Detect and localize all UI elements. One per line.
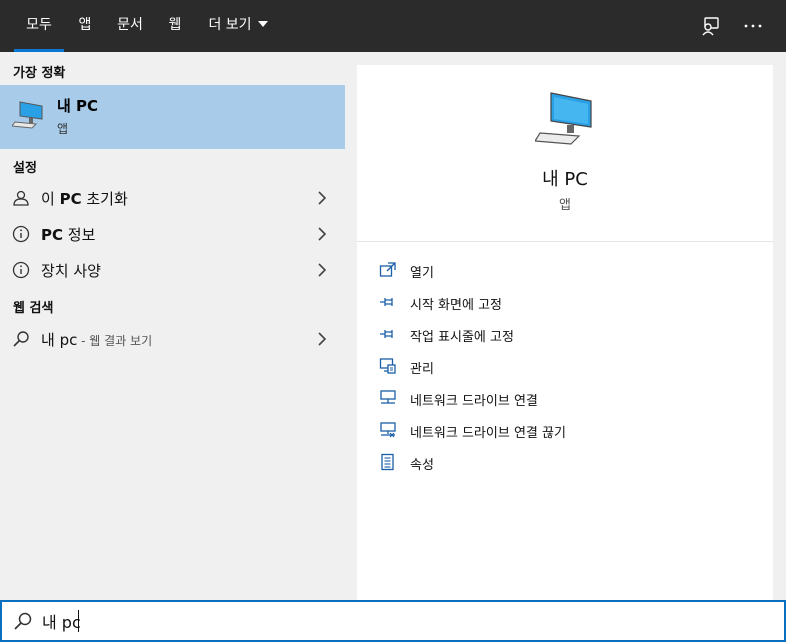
tab-all-label: 모두 [26, 17, 52, 33]
text-cursor [78, 610, 79, 632]
best-match-name: 내 PC [57, 97, 99, 115]
computer-icon [535, 92, 592, 145]
action-manage[interactable]: 관리 [379, 352, 759, 382]
setting-label-suffix: 초기화 [81, 190, 128, 208]
search-input[interactable] [42, 608, 742, 634]
action-map-network-drive-label: 네트워크 드라이브 연결 [410, 394, 538, 409]
web-search-result[interactable]: 내 pc - 웹 결과 보기 [0, 321, 345, 357]
setting-pc-info[interactable]: PC 정보 [0, 216, 345, 252]
tab-documents-label: 문서 [117, 17, 143, 33]
tab-apps-label: 앱 [78, 17, 92, 33]
settings-header: 설정 [13, 161, 37, 176]
action-open-label: 열기 [410, 266, 434, 281]
filter-bar: 모두 앱 문서 웹 더 보기 [0, 0, 786, 52]
manage-icon [379, 358, 396, 374]
tab-documents[interactable]: 문서 [110, 0, 150, 52]
open-icon [379, 262, 396, 277]
chevron-down-icon [257, 21, 268, 27]
action-properties-label: 속성 [410, 458, 434, 473]
action-pin-taskbar[interactable]: 작업 표시줄에 고정 [379, 320, 759, 350]
tab-web[interactable]: 웹 [162, 0, 188, 52]
web-search-label: 내 pc - 웹 결과 보기 [41, 329, 152, 350]
pin-icon [380, 330, 393, 338]
preview-pane: 내 PC 앱 열기 시작 화면에 고정 작업 표시줄에 고정 관리 네트워크 드… [357, 65, 773, 600]
network-drive-icon [380, 390, 396, 404]
best-match-type: 앱 [57, 122, 69, 136]
feedback-icon[interactable] [697, 12, 725, 40]
best-match-item[interactable]: 내 PC 앱 [0, 85, 345, 149]
tab-all[interactable]: 모두 [14, 0, 64, 52]
tab-more[interactable]: 더 보기 [202, 0, 274, 52]
action-pin-taskbar-label: 작업 표시줄에 고정 [410, 330, 514, 345]
chevron-right-icon[interactable] [317, 331, 327, 347]
action-disconnect-network-drive-label: 네트워크 드라이브 연결 끊기 [410, 426, 566, 441]
computer-icon [12, 101, 43, 129]
action-map-network-drive[interactable]: 네트워크 드라이브 연결 [379, 384, 759, 414]
setting-label-bold: PC [41, 226, 64, 244]
chevron-right-icon[interactable] [317, 262, 327, 278]
search-box[interactable] [0, 600, 786, 642]
setting-pc-info-label: PC 정보 [41, 224, 95, 245]
properties-icon [381, 453, 394, 471]
pin-icon [380, 298, 393, 306]
network-drive-disconnect-icon [380, 422, 396, 438]
info-icon [12, 225, 30, 243]
web-search-hint: - 웹 결과 보기 [77, 334, 153, 348]
results-list: 가장 정확 내 PC 앱 설정 이 PC 초기화 PC 정보 장치 사양 웹 검… [0, 52, 345, 600]
setting-label-suffix: 장치 사양 [41, 262, 101, 280]
action-pin-start[interactable]: 시작 화면에 고정 [379, 288, 759, 318]
search-icon [13, 331, 29, 347]
info-icon [12, 261, 30, 279]
more-options-icon[interactable] [739, 12, 767, 40]
tab-more-label: 더 보기 [208, 17, 252, 33]
setting-label-suffix: 정보 [63, 226, 96, 244]
chevron-right-icon[interactable] [317, 226, 327, 242]
setting-device-specs-label: 장치 사양 [41, 260, 101, 281]
setting-device-specs[interactable]: 장치 사양 [0, 252, 345, 288]
preview-subtitle: 앱 [559, 198, 571, 213]
reset-pc-icon [13, 190, 29, 206]
action-open[interactable]: 열기 [379, 256, 759, 286]
chevron-right-icon[interactable] [317, 190, 327, 206]
action-disconnect-network-drive[interactable]: 네트워크 드라이브 연결 끊기 [379, 416, 759, 446]
best-match-header: 가장 정확 [13, 66, 66, 81]
setting-reset-pc[interactable]: 이 PC 초기화 [0, 180, 345, 216]
search-icon [14, 612, 32, 630]
tab-web-label: 웹 [168, 17, 182, 33]
tab-apps[interactable]: 앱 [72, 0, 98, 52]
action-properties[interactable]: 속성 [379, 448, 759, 478]
web-search-query: 내 pc [41, 331, 78, 349]
setting-label-bold: PC [59, 190, 82, 208]
setting-reset-pc-label: 이 PC 초기화 [41, 188, 128, 209]
web-search-header: 웹 검색 [13, 301, 54, 316]
preview-title: 내 PC [542, 169, 588, 190]
preview-divider [357, 241, 773, 242]
setting-label-prefix: 이 [41, 190, 60, 208]
action-pin-start-label: 시작 화면에 고정 [410, 298, 502, 313]
action-manage-label: 관리 [410, 362, 434, 377]
